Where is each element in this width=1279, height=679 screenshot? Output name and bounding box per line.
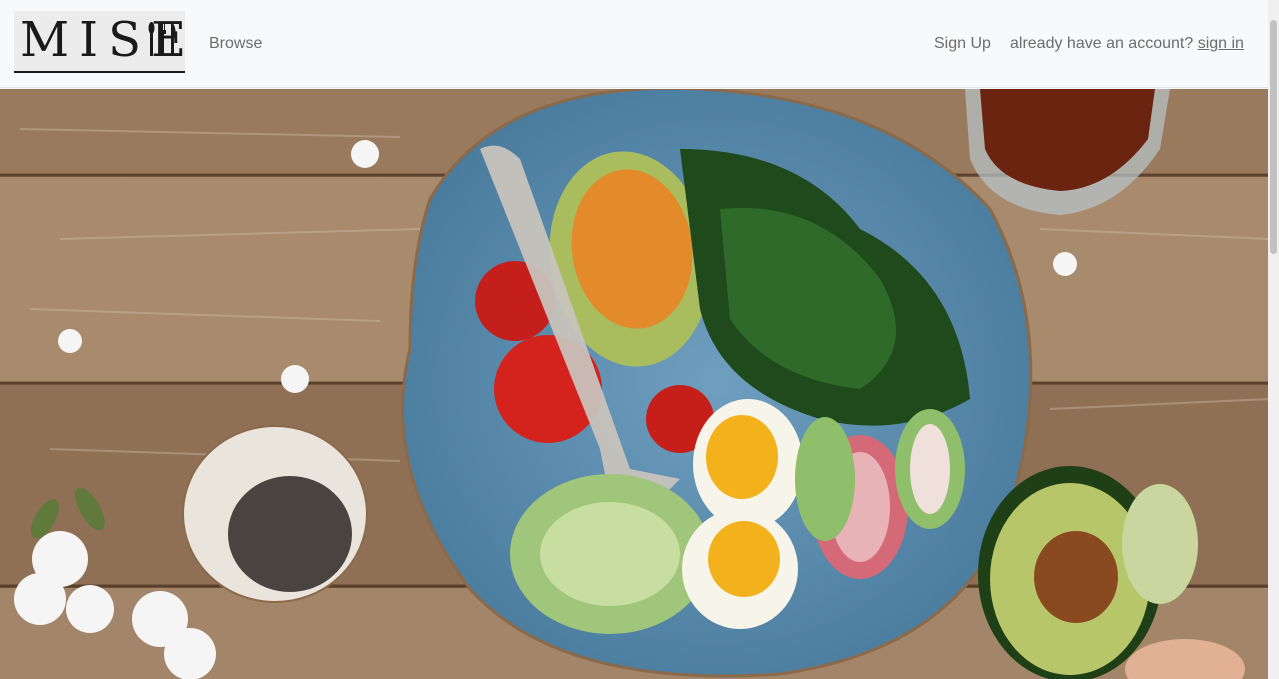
scrollbar-thumb[interactable] <box>1270 20 1277 254</box>
hero-photo <box>0 89 1279 679</box>
navbar: MISE Browse Sign Up already have an acco… <box>0 0 1268 88</box>
nav-signup-link[interactable]: Sign Up <box>934 34 991 54</box>
cutlery-icon <box>148 22 176 56</box>
page-scrollbar[interactable] <box>1268 0 1279 679</box>
nav-browse-link[interactable]: Browse <box>209 34 262 54</box>
account-prompt: already have an account? sign in <box>1010 34 1244 54</box>
signin-link[interactable]: sign in <box>1198 35 1244 52</box>
hero-image <box>0 89 1279 679</box>
account-prompt-text: already have an account? <box>1010 35 1194 52</box>
brand-logo[interactable]: MISE <box>14 11 186 73</box>
